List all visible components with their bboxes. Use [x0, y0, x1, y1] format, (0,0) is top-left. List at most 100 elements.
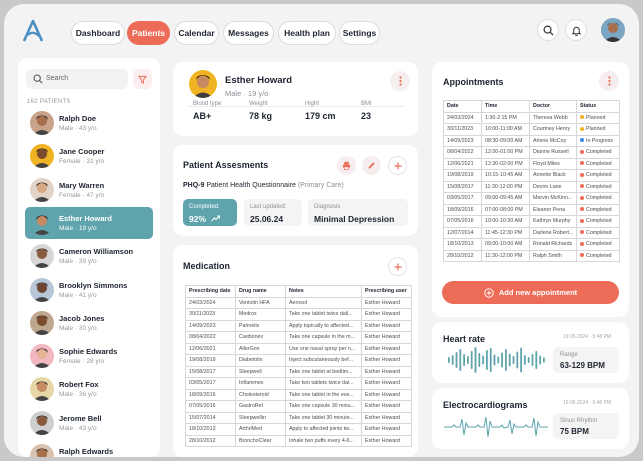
patient-list-item[interactable]: Ralph EdwardsMale · 46 y/o: [25, 440, 153, 457]
appointments-more-button[interactable]: [599, 71, 619, 91]
medication-row[interactable]: 28/10/2012 BronchoClear Inhale two puffs e…: [185, 434, 412, 447]
patient-avatar: [30, 111, 54, 135]
table-cell: Completed: [576, 238, 620, 251]
search-button[interactable]: [537, 19, 559, 41]
table-header-cell[interactable]: Status: [576, 100, 620, 113]
tab-health-plan[interactable]: Health plan: [278, 21, 336, 45]
patient-list-item[interactable]: Jacob Jones Male · 30 y/o: [25, 307, 153, 339]
stat-label: Hight: [305, 101, 320, 107]
table-cell: 11:45-12:30 PM: [481, 226, 530, 239]
patient-list-item[interactable]: Jane Cooper Female · 31 y/o: [25, 140, 153, 172]
tab-messages[interactable]: Messages: [223, 21, 274, 45]
filter-button[interactable]: [133, 69, 152, 89]
tab-settings[interactable]: Settings: [339, 21, 380, 45]
assessments-title: Patient Assesments: [183, 160, 269, 170]
tab-patients[interactable]: Patients: [127, 21, 170, 45]
appointment-row[interactable]: 15/08/2017 11:30-12:00 PM Devon Lane Comple…: [443, 180, 620, 193]
add-medication-button[interactable]: [388, 257, 407, 276]
table-header-cell[interactable]: Time: [481, 100, 530, 113]
medication-row[interactable]: 24/03/2024 Ventolin HFA Aerosol Esther Howa…: [185, 296, 412, 309]
medication-row[interactable]: 08/04/2022 Cardionex Take one capsule in t…: [185, 331, 412, 344]
medication-row[interactable]: 19/08/2019 Diabetolin Inject subcutaneousl…: [185, 354, 412, 367]
patient-list-item[interactable]: Ralph Doe Male · 43 y/o: [25, 107, 153, 139]
add-appointment-button[interactable]: Add new appointment: [442, 281, 619, 304]
patient-list-item[interactable]: Mary Warren Female · 47 y/o: [25, 174, 153, 206]
patient-list-item[interactable]: Robert Fox Male · 36 y/o: [25, 373, 153, 405]
table-cell: 19/08/2019: [185, 354, 236, 367]
updated-box: Last updated: 25.06.24: [244, 199, 302, 226]
appointment-row[interactable]: 12/07/2014 11:45-12:30 PM Darlene Robert..…: [443, 226, 620, 239]
print-button[interactable]: [337, 156, 356, 175]
appointment-row[interactable]: 18/10/2013 09:00-10:00 AM Ronald Richards C…: [443, 238, 620, 251]
table-cell: Kathryn Murphy: [529, 215, 577, 228]
table-header-cell[interactable]: Drug name: [235, 285, 286, 298]
table-header-cell[interactable]: Notes: [285, 285, 362, 298]
user-avatar[interactable]: [601, 18, 625, 42]
appointment-row[interactable]: 18/09/2016 07:00-08:00 PM Eleanor Pena Comp…: [443, 203, 620, 216]
stat-value: 23: [361, 111, 372, 121]
table-cell: Inhale two puffs every 4-6...: [285, 434, 362, 447]
patient-meta: Male · 30 y/o: [59, 324, 97, 332]
profile-more-button[interactable]: [390, 71, 410, 91]
table-cell: ArthriMed: [235, 423, 286, 436]
patient-avatar: [30, 277, 54, 302]
tab-dashboard[interactable]: Dashboard: [71, 21, 125, 45]
appointment-row[interactable]: 28/10/2012 11:30-12:00 PM Ralph Smith Compl…: [443, 249, 620, 262]
appointments-card: Appointments Date Time Doctor Status 24/03/…: [432, 62, 629, 317]
medication-row[interactable]: 15/08/2017 Sleepwell Take one tablet at be…: [185, 365, 412, 378]
patient-meta: Male · 41 y/o: [59, 291, 97, 299]
table-cell: Esther Howard: [361, 308, 412, 321]
table-header-cell[interactable]: Date: [443, 100, 482, 113]
add-assessment-button[interactable]: [388, 156, 407, 175]
table-cell: Ronald Richards: [529, 238, 577, 251]
waveform-bar: [474, 347, 477, 373]
patient-name: Jerome Bell: [59, 413, 102, 423]
completed-box: Completed: 92%: [183, 199, 237, 226]
patient-sidebar: Search 162 PATIENTS Ralph Doe Male · 43 y…: [18, 58, 160, 457]
table-header-cell[interactable]: Prescribing date: [185, 285, 236, 298]
appointment-row[interactable]: 08/04/2022 12:00-01:00 PM Dianne Russell Co…: [443, 146, 620, 159]
table-cell: Take two tablets twice dai...: [285, 377, 362, 390]
edit-button[interactable]: [362, 156, 381, 175]
appointment-row[interactable]: 19/08/2019 10:15-10:45 AM Annette Black Com…: [443, 169, 620, 182]
medication-row[interactable]: 07/05/2016 GastroRel Take one capsule 30 m…: [185, 400, 412, 413]
table-cell: Courtney Henry: [529, 123, 577, 136]
patient-name: Esther Howard: [59, 213, 112, 223]
medication-row[interactable]: 15/07/2014 Sleepwellin Take one tablet 30 …: [185, 411, 412, 424]
status-dot: [580, 126, 584, 131]
app-logo[interactable]: [20, 18, 46, 44]
table-header-cell[interactable]: Prescribing user: [361, 285, 412, 298]
patient-name: Cameron Williamson: [59, 247, 134, 257]
appointment-row[interactable]: 03/05/2017 09:00-09:45 AM Marvin McKinn...…: [443, 192, 620, 205]
notifications-button[interactable]: [565, 19, 587, 41]
waveform-bar: [459, 349, 462, 371]
patient-list-item[interactable]: Esther Howard Male · 19 y/o: [25, 206, 153, 239]
appointment-row[interactable]: 14/09/2023 08:30-09:00 AM Arlene McCoy In P…: [443, 134, 620, 147]
status-text: Planned: [586, 114, 606, 121]
appointment-row[interactable]: 30/11/2023 10:00-11:00 AM Courtney Henry Pl…: [443, 123, 620, 136]
patient-meta: Male · 43 y/o: [59, 125, 97, 132]
patient-avatar: [30, 410, 54, 435]
search-input[interactable]: Search: [26, 69, 128, 89]
medication-row[interactable]: 12/06/2021 AllerGon Use one nasal spray pe…: [185, 342, 412, 355]
table-cell: 12:00-01:00 PM: [481, 146, 530, 159]
medication-row[interactable]: 14/09/2023 Painrelix Apply topically to af…: [185, 319, 412, 332]
appointment-row[interactable]: 12/06/2021 12:30-02:00 PM Floyd Miles Compl…: [443, 157, 620, 170]
appointment-row[interactable]: 07/05/2016 10:00-10:30 AM Kathryn Murphy Co…: [443, 215, 620, 228]
medication-row[interactable]: 18/10/2013 ArthriMed Apply to affected joi…: [185, 423, 412, 436]
medication-row[interactable]: 30/11/2023 Medrox Take one tablet twice da…: [185, 308, 412, 321]
table-cell: 10:15-10:45 AM: [481, 169, 530, 182]
table-cell: 07/05/2016: [185, 400, 236, 413]
medication-row[interactable]: 03/05/2017 Inflammex Take two tablets twic…: [185, 377, 412, 390]
patient-list-item[interactable]: Sophie Edwards Female · 28 y/o: [25, 340, 153, 372]
ecg-title: Electrocardiograms: [443, 400, 528, 410]
patient-list-item[interactable]: Cameron Williamson Male · 39 y/o: [25, 240, 153, 272]
table-cell: Apply to affected joints tw...: [285, 423, 362, 436]
patient-list-item[interactable]: Jerome Bell Male · 43 y/o: [25, 407, 153, 439]
patient-list-item[interactable]: Brooklyn Simmons Male · 41 y/o: [25, 274, 153, 306]
medication-row[interactable]: 18/09/2016 Cholesteroid Take one tablet in…: [185, 388, 412, 401]
tab-calendar[interactable]: Calendar: [174, 21, 219, 45]
table-cell: 11:30-12:00 PM: [481, 249, 530, 262]
appointment-row[interactable]: 24/03/2024 1:30-2:15 PM Theresa Webb Planne…: [443, 111, 620, 124]
table-header-cell[interactable]: Doctor: [529, 100, 577, 113]
